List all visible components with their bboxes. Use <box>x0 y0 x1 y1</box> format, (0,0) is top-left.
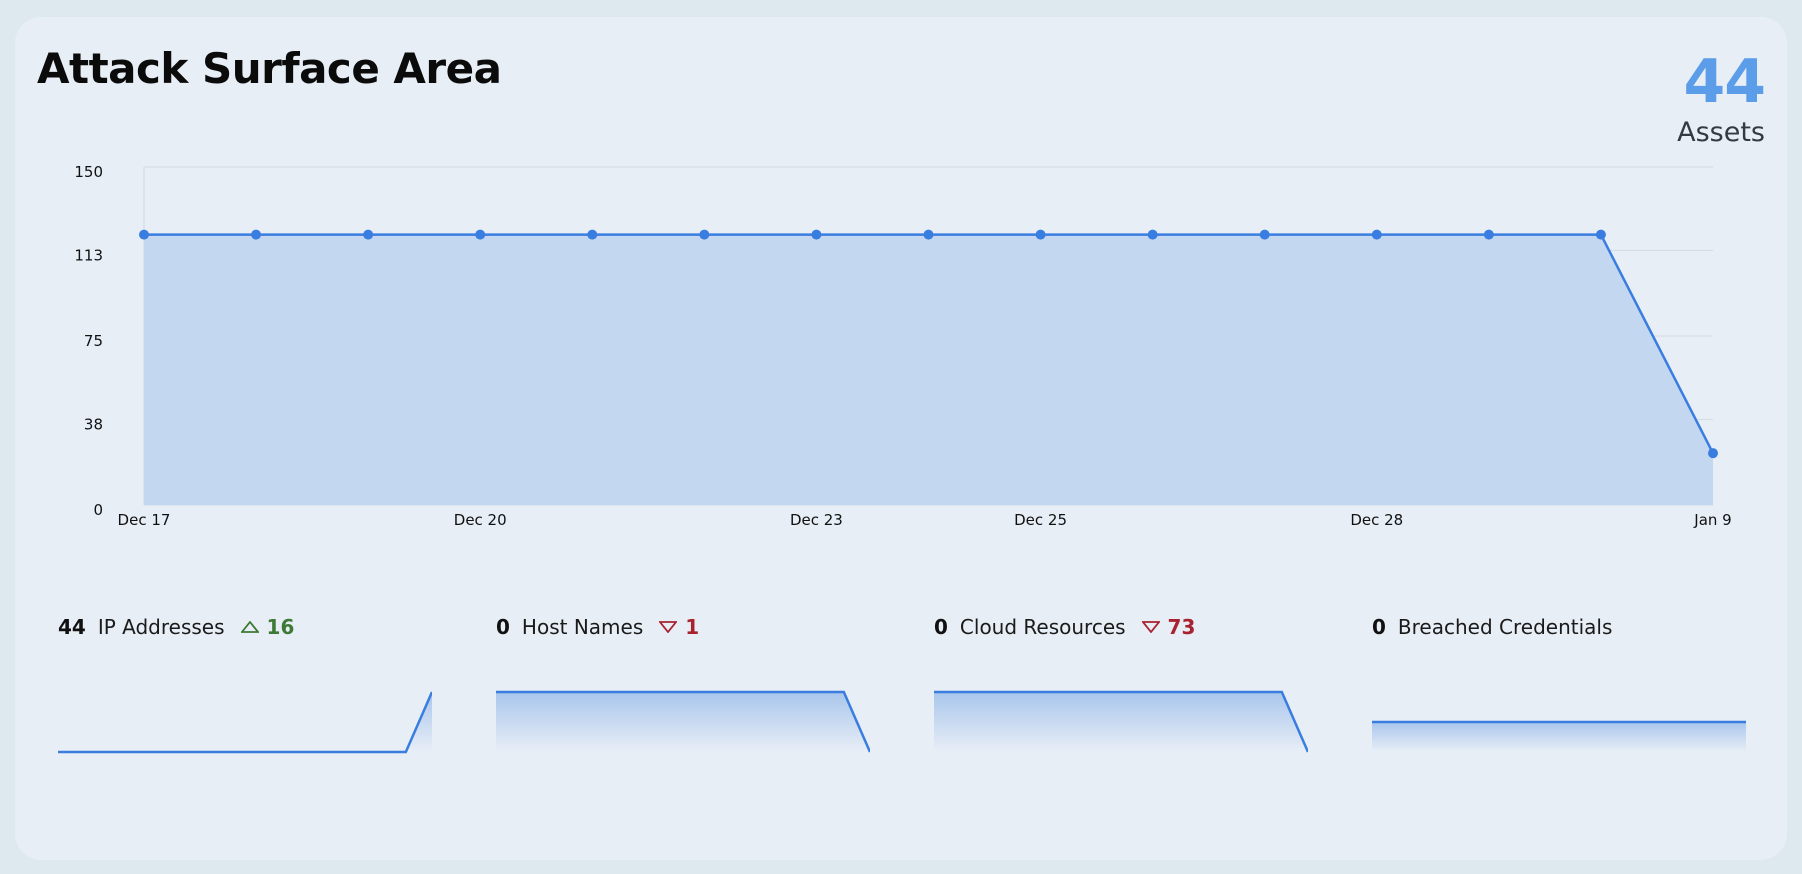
stat-count: 0 <box>1372 615 1386 639</box>
stat-breached-credentials[interactable]: 0 Breached Credentials <box>1372 612 1746 762</box>
sparkline-ip-addresses <box>58 691 432 754</box>
y-tick-label: 75 <box>84 332 103 350</box>
sparkline-fill <box>496 692 870 752</box>
triangle-down-icon <box>1141 621 1160 633</box>
triangle-down-icon <box>659 621 678 633</box>
y-tick-label: 0 <box>93 501 103 519</box>
data-point[interactable] <box>1259 229 1270 240</box>
x-tick-label: Dec 25 <box>1014 511 1067 529</box>
triangle-up-icon <box>240 621 259 633</box>
x-tick-label: Dec 20 <box>454 511 507 529</box>
stat-count: 0 <box>496 615 510 639</box>
x-tick-label: Dec 28 <box>1350 511 1403 529</box>
data-point[interactable] <box>139 229 149 240</box>
stat-delta: 16 <box>240 615 295 639</box>
stat-delta-value: 16 <box>266 615 295 639</box>
y-tick-label: 113 <box>74 246 103 264</box>
stat-delta-value: 1 <box>685 615 700 639</box>
y-tick-label: 150 <box>74 163 103 181</box>
data-point[interactable] <box>363 229 374 240</box>
data-point[interactable] <box>1708 448 1718 459</box>
stat-delta: 73 <box>1141 615 1196 639</box>
x-tick-label: Jan 9 <box>1693 511 1731 529</box>
sparkline-breached-credentials <box>1372 720 1746 752</box>
data-point[interactable] <box>1035 229 1046 240</box>
sparkline-fill <box>934 692 1308 752</box>
x-tick-label: Dec 17 <box>118 511 171 529</box>
data-point[interactable] <box>699 229 710 240</box>
data-point[interactable] <box>587 229 598 240</box>
sparkline-cloud-resources <box>934 690 1308 753</box>
data-point[interactable] <box>1483 229 1494 240</box>
data-point[interactable] <box>1371 229 1382 240</box>
sparkline-fill <box>1372 722 1746 752</box>
data-point[interactable] <box>811 229 822 240</box>
data-point[interactable] <box>1595 229 1606 240</box>
stat-label: Host Names <box>521 615 644 639</box>
sparkline-fill <box>58 692 432 752</box>
data-point[interactable] <box>1147 229 1158 240</box>
stat-delta-value: 73 <box>1167 615 1196 639</box>
y-tick-label: 38 <box>84 415 103 433</box>
data-point[interactable] <box>475 229 486 240</box>
area-fill <box>144 234 1713 505</box>
stat-count: 0 <box>934 615 948 639</box>
stat-label: Cloud Resources <box>959 615 1126 639</box>
stat-label: Breached Credentials <box>1397 615 1613 639</box>
data-point[interactable] <box>251 229 262 240</box>
stat-count: 44 <box>58 615 86 639</box>
sparkline-line <box>58 691 432 754</box>
stat-label: IP Addresses <box>97 615 225 639</box>
sparkline-host-names <box>496 690 870 753</box>
attack-surface-chart: 150 113 75 38 0 Dec 17 Dec 20 Dec 23 Dec 25 Dec 2… <box>74 163 1731 529</box>
stat-cloud-resources[interactable]: 0 Cloud Resources 73 <box>934 612 1308 762</box>
stat-host-names[interactable]: 0 Host Names 1 <box>496 612 870 762</box>
stat-ip-addresses[interactable]: 44 IP Addresses 16 <box>58 612 432 762</box>
x-tick-label: Dec 23 <box>790 511 843 529</box>
stat-delta: 1 <box>659 615 699 639</box>
data-point[interactable] <box>923 229 934 240</box>
